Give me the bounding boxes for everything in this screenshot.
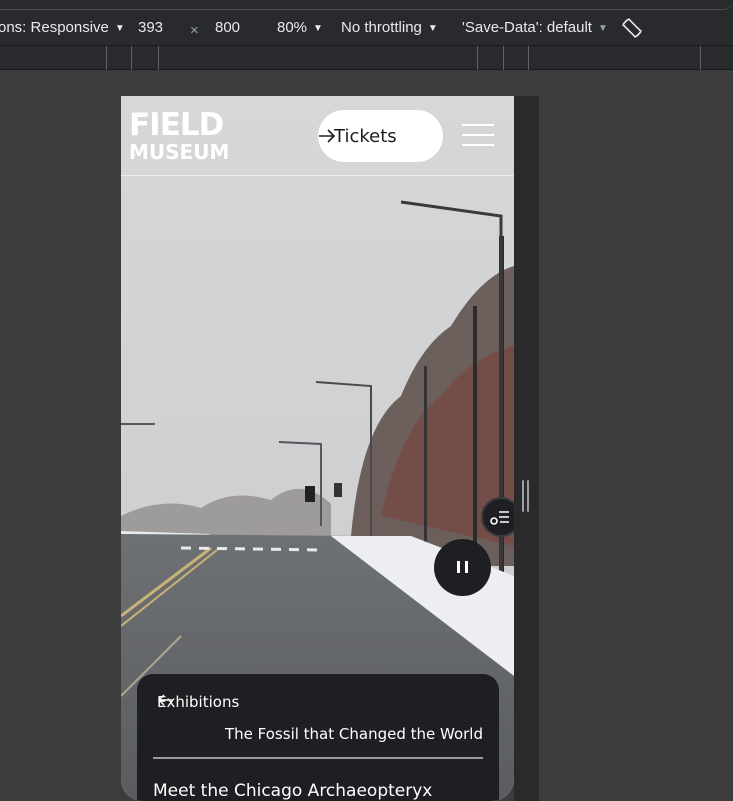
logo-line-2: MUSEUM	[129, 140, 230, 164]
site-header: FIELD MUSEUM Tickets	[121, 96, 514, 176]
resize-handle[interactable]	[522, 480, 530, 512]
height-input[interactable]: 800	[215, 19, 240, 36]
dimensions-label: ons: Responsive	[0, 19, 109, 36]
ruler-tick[interactable]	[700, 46, 701, 70]
viewport-gutter	[514, 96, 539, 801]
tickets-label: Tickets	[334, 125, 397, 147]
logo-line-1: FIELD	[129, 107, 224, 143]
card-divider	[153, 757, 483, 759]
throttling-label: No throttling	[341, 19, 422, 36]
ruler-tick[interactable]	[131, 46, 132, 70]
width-input[interactable]: 393	[138, 19, 163, 36]
rotate-icon[interactable]	[620, 16, 644, 40]
dimensions-dropdown[interactable]: ons: Responsive ▼	[0, 19, 125, 36]
zoom-label: 80%	[277, 19, 308, 36]
exhibition-subtitle: The Fossil that Changed the World	[225, 725, 483, 743]
save-data-dropdown[interactable]: 'Save-Data': default ▼	[462, 19, 608, 36]
pause-button[interactable]	[434, 539, 491, 596]
emulated-viewport: FIELD MUSEUM Tickets Exhibitions The Fos…	[121, 96, 514, 801]
back-to-exhibitions-link[interactable]: Exhibitions	[157, 693, 239, 711]
zoom-dropdown[interactable]: 80% ▼	[277, 19, 323, 36]
chevron-down-icon: ▼	[597, 23, 608, 34]
transcript-button[interactable]	[481, 497, 514, 537]
chevron-down-icon: ▼	[114, 23, 125, 34]
throttling-dropdown[interactable]: No throttling ▼	[341, 19, 438, 36]
hero-video: FIELD MUSEUM Tickets Exhibitions The Fos…	[121, 96, 514, 801]
ruler-tick[interactable]	[528, 46, 529, 70]
transcript-icon	[490, 511, 509, 525]
arrow-left-icon	[157, 694, 172, 706]
tickets-button[interactable]: Tickets	[318, 110, 443, 162]
chevron-down-icon: ▼	[313, 23, 323, 34]
arrow-right-icon	[319, 129, 336, 143]
save-data-label: 'Save-Data': default	[462, 19, 592, 36]
chevron-down-icon: ▼	[427, 23, 438, 34]
exhibition-title: Meet the Chicago Archaeopteryx	[153, 781, 433, 801]
field-museum-logo[interactable]: FIELD MUSEUM	[129, 107, 230, 164]
ruler-tick[interactable]	[106, 46, 107, 70]
exhibition-card: Exhibitions The Fossil that Changed the …	[137, 674, 499, 801]
ruler-tick[interactable]	[477, 46, 478, 70]
hamburger-menu-icon[interactable]	[462, 124, 494, 146]
pause-icon	[457, 561, 460, 573]
dimension-times-icon: ×	[190, 22, 199, 39]
toolbar-top-border	[0, 0, 733, 10]
ruler-tick[interactable]	[158, 46, 159, 70]
device-toolbar: ons: Responsive ▼ 393 × 800 80% ▼ No throt…	[0, 0, 733, 46]
media-query-bar	[0, 46, 733, 70]
ruler-tick[interactable]	[503, 46, 504, 70]
